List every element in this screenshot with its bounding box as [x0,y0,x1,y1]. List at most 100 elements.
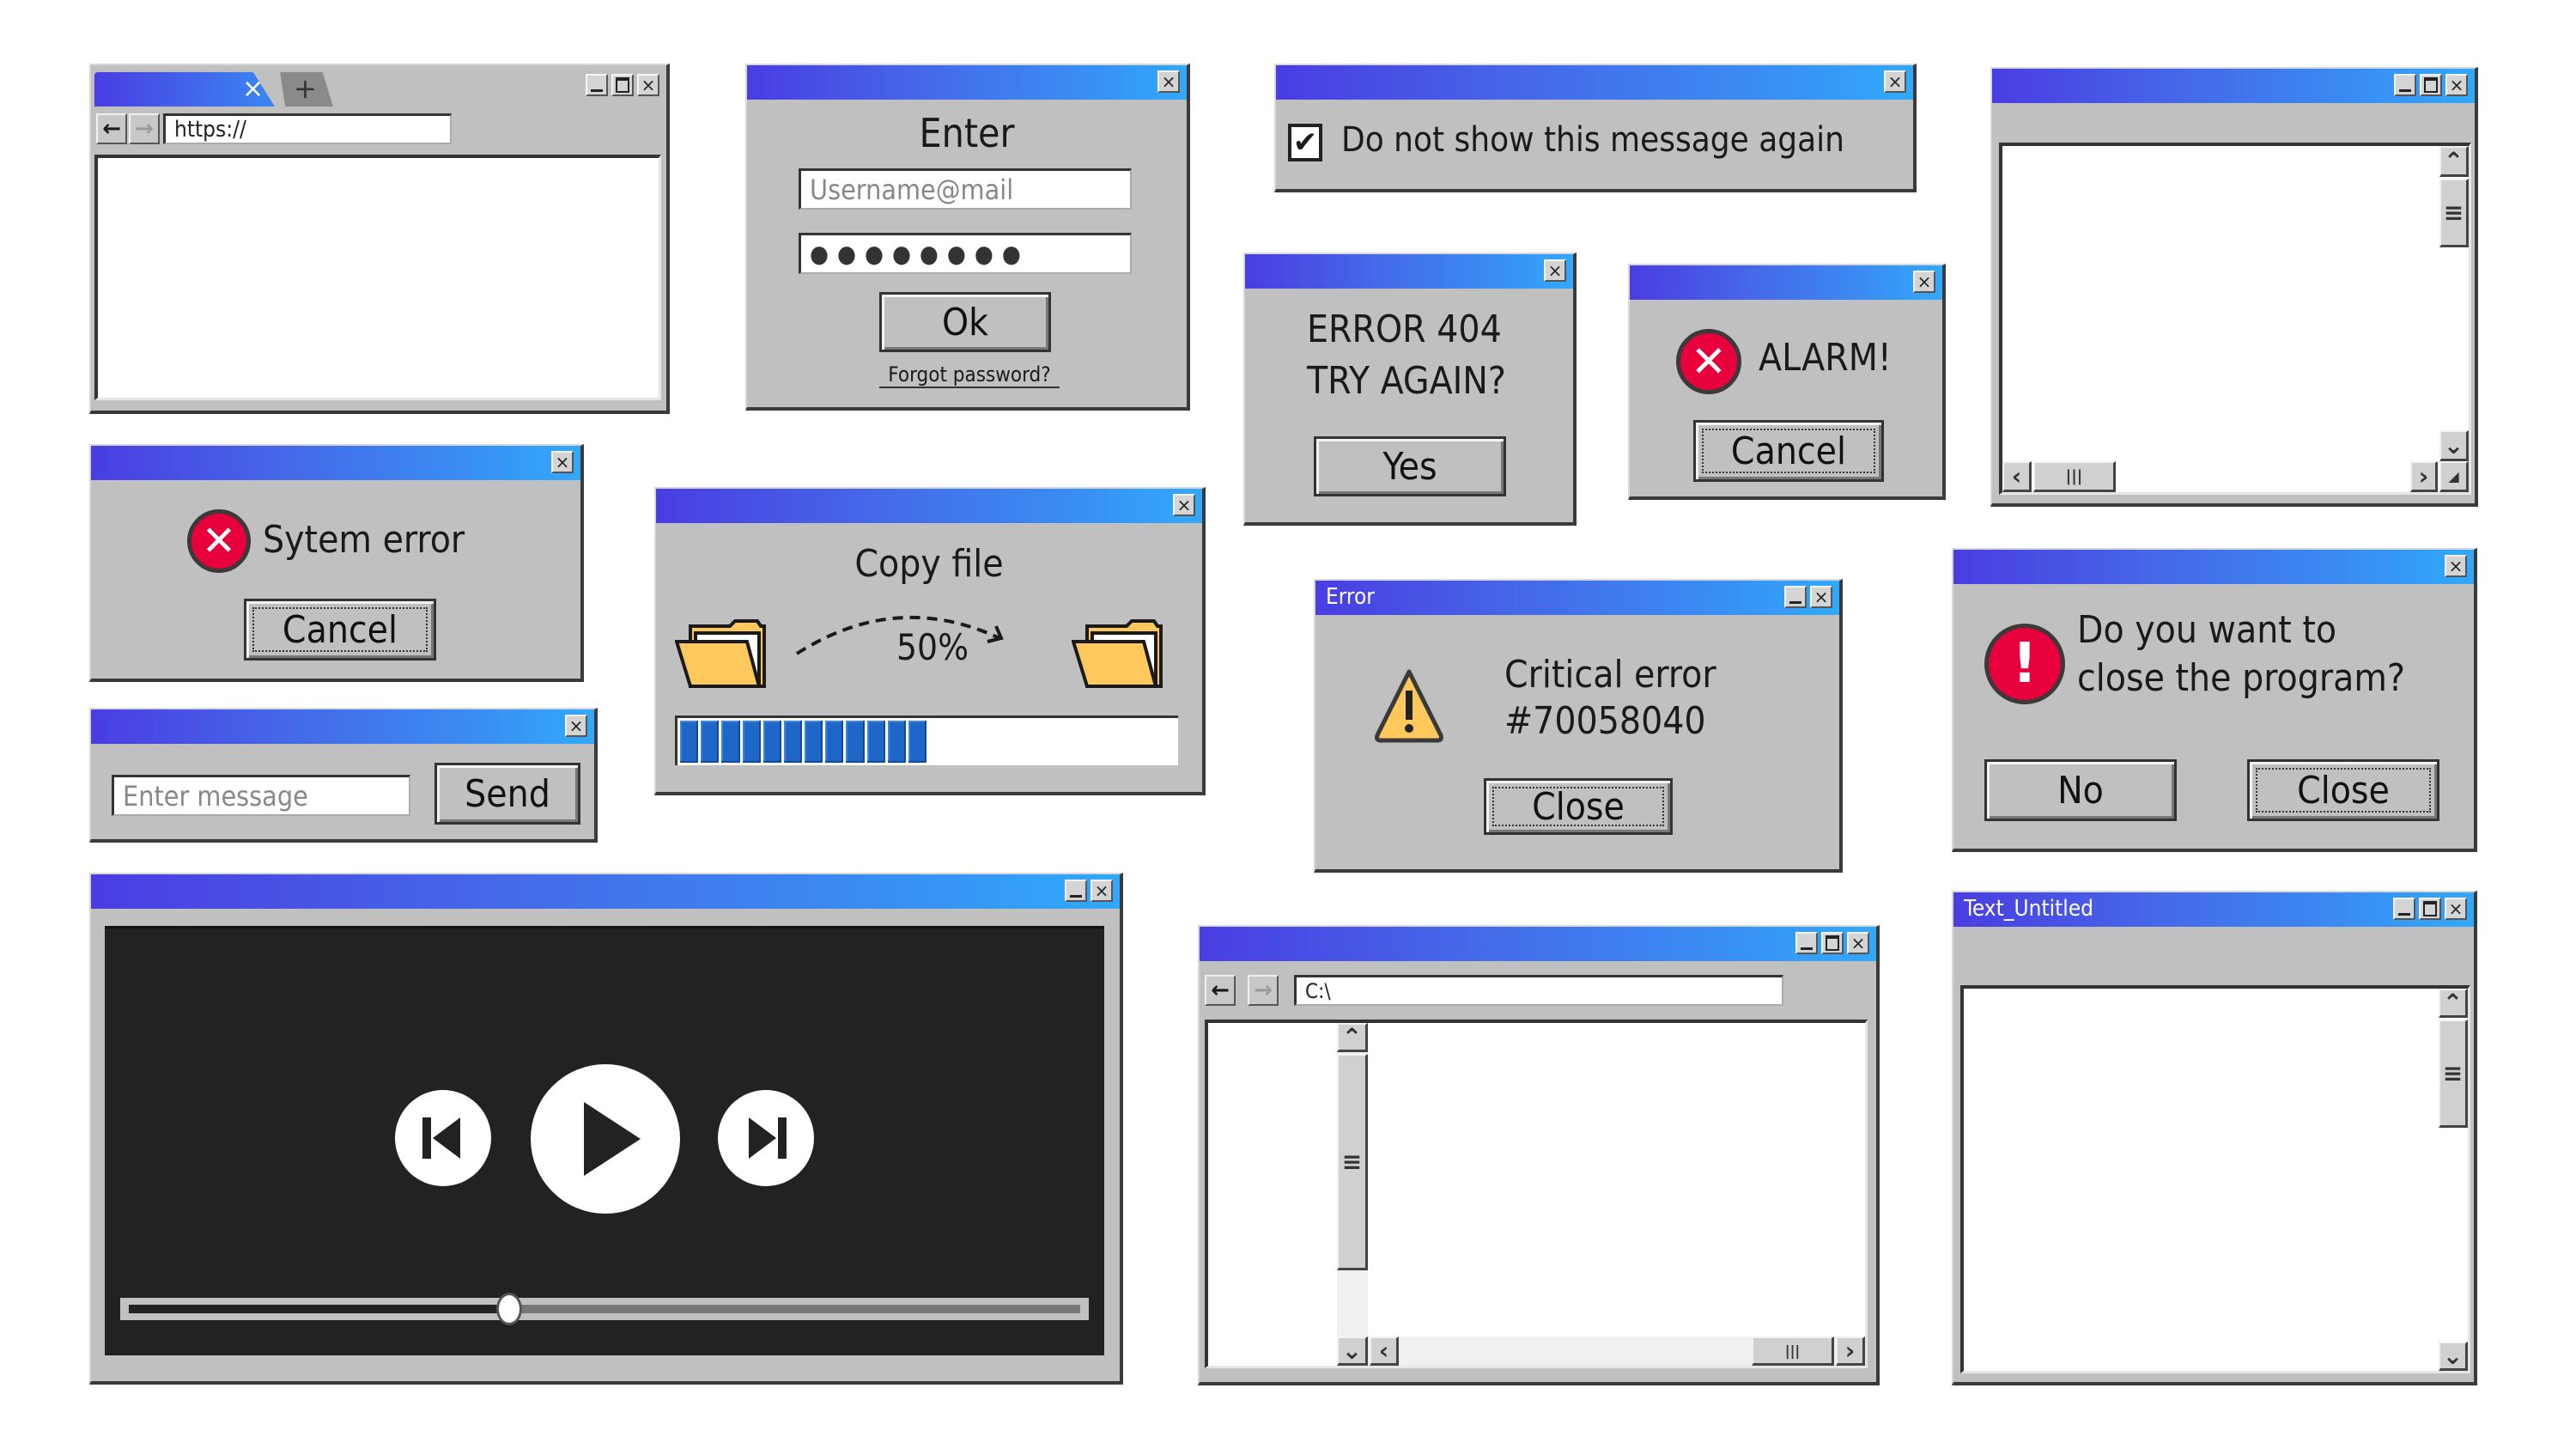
vertical-scroll-thumb[interactable]: ≡ [2439,179,2469,247]
close-button[interactable]: × [551,451,574,473]
back-button[interactable]: ← [1205,975,1236,1006]
progress-segment-filled [783,721,803,763]
seek-thumb[interactable] [496,1293,523,1325]
close-button[interactable]: × [2445,74,2468,96]
title-bar: × [91,709,594,744]
grip-icon: ||| [1784,1342,1801,1359]
tree-scroll-thumb[interactable]: ≡ [1337,1054,1368,1270]
close-button[interactable]: × [1913,271,1935,293]
message-input[interactable]: Enter message [112,775,410,816]
skip-forward-button[interactable] [718,1090,814,1186]
url-input[interactable]: https:// [163,113,452,144]
maximize-button[interactable] [1821,932,1844,954]
scroll-left-button[interactable]: ‹ [1370,1336,1399,1366]
minimize-button[interactable] [2394,74,2416,96]
seek-played [129,1305,510,1313]
close-dialog-button[interactable]: Close [1484,778,1673,835]
critical-error-dialog: Error × Critical error #70058040 Close [1314,579,1843,873]
explorer-content: ⌃ ≡ ⌄ ‹ ||| › [1205,1020,1868,1368]
login-heading: Enter [919,110,1015,156]
forward-button[interactable]: → [1248,975,1279,1006]
username-input[interactable]: Username@mail [799,168,1132,210]
tree-scroll-down[interactable]: ⌄ [1337,1336,1368,1366]
maximize-button[interactable] [2419,898,2441,920]
title-bar: × [91,446,580,480]
cancel-button[interactable]: Cancel [1693,420,1884,482]
title-bar: × [1245,254,1573,289]
dont-show-checkbox[interactable]: ✔ [1288,124,1322,161]
close-button[interactable]: × [565,715,587,737]
minimize-button[interactable] [2393,898,2415,920]
scroll-up-button[interactable]: ⌃ [2439,146,2469,177]
title-bar: × [1992,69,2475,103]
close-button[interactable]: × [1157,70,1180,93]
close-icon: × [1547,260,1563,281]
horizontal-scroll-thumb[interactable]: ||| [1752,1336,1834,1366]
chevron-left-icon: ‹ [2011,462,2022,490]
scroll-down-button[interactable]: ⌄ [2439,1342,2468,1371]
video-area[interactable] [105,926,1104,1355]
tab-close-icon[interactable]: × [242,74,264,104]
close-button[interactable]: × [1544,259,1566,282]
arrow-right-icon: → [135,116,154,142]
copy-file-title: Copy file [854,542,1004,586]
arrow-left-icon: ← [1211,977,1230,1003]
scroll-left-button[interactable]: ‹ [2002,461,2032,492]
dont-show-dialog: × ✔ Do not show this message again [1274,64,1917,192]
window-title: Error [1326,584,1375,610]
maximize-button[interactable] [2420,74,2442,96]
progress-segment-empty [1012,721,1030,763]
minimize-button[interactable] [1784,586,1807,608]
error-x-icon: ✕ [1676,329,1741,394]
close-button[interactable]: × [1091,880,1113,902]
skip-back-button[interactable] [395,1090,491,1186]
minimize-button[interactable] [586,74,608,96]
close-button[interactable]: × [1810,586,1832,608]
vertical-scroll-thumb[interactable]: ≡ [2439,1020,2468,1128]
no-button[interactable]: No [1984,759,2177,821]
content-area: ⌃ ≡ ⌄ ‹ ||| › ◢ [1999,143,2471,495]
ok-button[interactable]: Ok [879,292,1051,352]
seek-bar[interactable] [120,1293,1089,1325]
title-bar: Error × [1315,581,1839,615]
minimize-button[interactable] [1795,932,1818,954]
yes-button[interactable]: Yes [1314,436,1506,496]
new-tab-button[interactable]: + [280,72,333,107]
progress-segment-empty [1033,721,1051,763]
close-button[interactable]: × [1173,494,1195,516]
text-area[interactable]: ⌃ ≡ ⌄ [1960,985,2470,1373]
close-button[interactable]: × [2445,555,2467,577]
alarm-dialog: × ✕ ALARM! Cancel [1628,264,1946,500]
forgot-password-link[interactable]: Forgot password? [879,362,1060,388]
horizontal-scroll-thumb[interactable]: ||| [2033,461,2116,492]
close-button[interactable]: × [637,74,659,96]
back-button[interactable]: ← [96,113,127,144]
close-icon: × [555,452,570,472]
skip-forward-icon [749,1117,787,1159]
scroll-down-button[interactable]: ⌄ [2439,430,2469,461]
play-button[interactable] [531,1064,680,1214]
progress-segment-filled [742,721,761,763]
resize-grip[interactable]: ◢ [2439,461,2469,492]
error404-line2: TRY AGAIN? [1307,359,1506,403]
send-button[interactable]: Send [434,763,580,825]
grip-icon: ≡ [2443,198,2464,227]
close-program-button[interactable]: Close [2247,759,2439,821]
cancel-button[interactable]: Cancel [244,599,436,661]
window-controls: × [586,74,659,96]
minimize-button[interactable] [1065,880,1087,902]
maximize-button[interactable] [611,74,634,96]
source-folder-icon [675,619,766,688]
close-button[interactable]: × [1847,932,1869,954]
close-button[interactable]: × [2445,898,2467,920]
scroll-up-button[interactable]: ⌃ [2439,989,2468,1018]
alarm-message: ALARM! [1759,336,1892,380]
forward-button[interactable]: → [129,113,160,144]
scroll-right-button[interactable]: › [1836,1336,1865,1366]
path-input[interactable]: C:\ [1294,975,1783,1006]
password-input[interactable]: ● ● ● ● ● ● ● ● [799,233,1132,274]
close-button[interactable]: × [1884,70,1906,93]
browser-tab-active[interactable]: × [94,72,275,107]
tree-scroll-up[interactable]: ⌃ [1337,1023,1368,1052]
scroll-right-button[interactable]: › [2410,461,2438,492]
